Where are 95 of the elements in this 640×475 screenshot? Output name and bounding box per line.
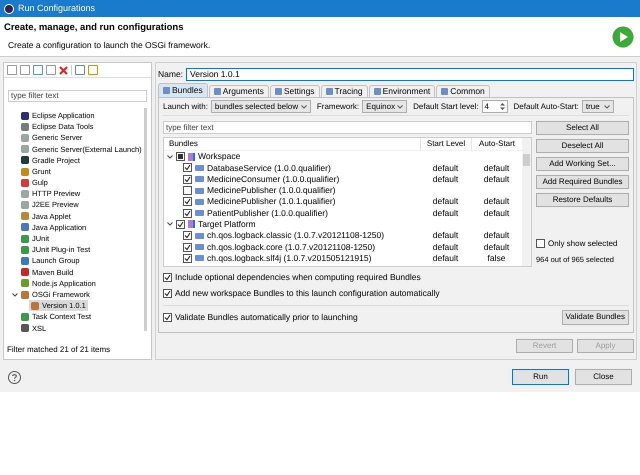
checkbox[interactable] xyxy=(183,254,192,263)
launch-with-label: Launch with: xyxy=(163,100,208,112)
start-level-cell: default xyxy=(432,230,458,240)
auto-start-label: Default Auto-Start: xyxy=(514,100,579,112)
auto-start-cell: default xyxy=(484,162,510,173)
bundle-name: ch.qos.logback.core (1.0.7.v20121108-1250) xyxy=(207,240,376,254)
bundle-name: ch.qos.logback.classic (1.0.7.v20121108-1250) xyxy=(207,229,384,242)
auto-start-cell: default xyxy=(484,196,510,206)
tab[interactable]: Environment xyxy=(368,85,436,97)
start-level-cell: default xyxy=(432,208,458,218)
play-icon xyxy=(612,26,634,48)
filter-field[interactable]: type filter text xyxy=(8,90,147,102)
checkbox[interactable] xyxy=(183,163,192,172)
start-level-cell: default xyxy=(432,162,458,173)
bundle-name: DatabaseService (1.0.0.qualifier) xyxy=(207,162,331,174)
bundle-name: MedicinePublisher (1.0.1.qualifier) xyxy=(207,195,336,208)
tab-icon xyxy=(326,88,333,95)
tab-icon xyxy=(274,88,282,95)
checkbox[interactable] xyxy=(183,197,192,206)
start-level-spinner[interactable]: 4 xyxy=(482,100,508,113)
tab[interactable]: Tracing xyxy=(320,85,368,97)
tab[interactable]: Arguments xyxy=(208,85,269,97)
checkbox[interactable] xyxy=(183,231,192,240)
checkbox-label: Add new workspace Bundles to this launch configuration automatically xyxy=(175,286,440,300)
checkbox[interactable] xyxy=(163,272,172,282)
checkbox[interactable] xyxy=(176,152,185,162)
dialog-title: Create, manage, and run configurations xyxy=(4,21,184,35)
name-label: Name: xyxy=(158,68,184,80)
button[interactable]: Run xyxy=(512,369,569,385)
start-level-cell: default xyxy=(432,252,458,263)
help-icon[interactable] xyxy=(8,370,21,384)
auto-start-cell: default xyxy=(484,230,510,240)
checkbox-label: Only show selected xyxy=(548,238,618,250)
tab[interactable]: Bundles xyxy=(158,83,208,97)
column-header[interactable]: Start Level xyxy=(420,138,471,150)
start-level-cell: default xyxy=(432,196,458,206)
filter-field[interactable]: type filter text xyxy=(163,121,532,134)
bundle-name: MedicinePublisher (1.0.0.qualifier) xyxy=(207,184,336,197)
button[interactable]: Close xyxy=(575,369,632,385)
start-level-cell: default xyxy=(432,174,458,184)
checkbox[interactable] xyxy=(183,208,192,218)
checkbox[interactable] xyxy=(163,312,172,322)
chevron-down-icon[interactable] xyxy=(167,154,173,160)
checkbox[interactable] xyxy=(163,288,172,298)
window-title: Run Configurations xyxy=(18,2,96,15)
tab[interactable]: Common xyxy=(436,85,490,97)
auto-start-cell: default xyxy=(484,174,510,184)
bundle-name: ch.qos.logback.slf4j (1.0.7.v201505121915) xyxy=(207,252,372,265)
auto-start-cell: default xyxy=(484,242,510,252)
start-level-label: Default Start level: xyxy=(413,100,479,112)
tab-icon xyxy=(441,88,448,95)
dropdown[interactable]: bundles selected below xyxy=(210,100,311,113)
scrollbar[interactable] xyxy=(144,108,147,331)
filter-status: Filter matched 21 of 21 items xyxy=(6,344,112,356)
start-level-cell: default xyxy=(432,242,458,252)
scrollbar[interactable] xyxy=(522,138,531,266)
dropdown[interactable]: true xyxy=(582,100,614,113)
tab-icon xyxy=(374,88,381,95)
button[interactable]: Add Working Set... xyxy=(536,157,629,171)
chevron-down-icon[interactable] xyxy=(12,292,18,297)
button[interactable]: Deselect All xyxy=(536,139,629,153)
chevron-down-icon[interactable] xyxy=(167,221,173,228)
checkbox[interactable] xyxy=(183,186,192,196)
framework-label: Framework: xyxy=(316,100,360,112)
tab-icon xyxy=(163,87,170,94)
dropdown[interactable]: Equinox xyxy=(362,100,408,113)
checkbox[interactable] xyxy=(536,239,545,248)
auto-start-cell: default xyxy=(484,208,510,218)
dialog-subtitle: Create a configuration to launch the OSGi framework. xyxy=(7,39,210,52)
bundle-name: MedicineConsumer (1.0.0.qualifier) xyxy=(207,173,340,186)
chevron-down-icon xyxy=(604,104,610,108)
app-icon xyxy=(4,4,14,14)
bundle-group-icon xyxy=(188,152,195,161)
group-name: Target Platform xyxy=(198,218,256,231)
group-name: Workspace xyxy=(198,150,240,164)
column-header[interactable]: Bundles xyxy=(164,138,420,150)
bundle-group-icon xyxy=(188,220,195,228)
chevron-down-icon xyxy=(397,104,404,108)
checkbox-label: Include optional dependencies when computing required Bundles xyxy=(175,271,421,284)
checkbox[interactable] xyxy=(176,220,185,229)
button[interactable]: Validate Bundles xyxy=(562,310,629,324)
bundle-name: PatientPublisher (1.0.0.qualifier) xyxy=(207,206,328,220)
button[interactable]: Add Required Bundles xyxy=(536,175,629,189)
spinner-arrows-icon xyxy=(500,102,505,111)
checkbox[interactable] xyxy=(183,174,192,184)
tab-icon xyxy=(214,88,221,95)
button[interactable]: Restore Defaults xyxy=(536,193,629,207)
tab[interactable]: Settings xyxy=(270,85,320,97)
delete-icon[interactable] xyxy=(59,66,68,74)
checkbox-label: Validate Bundles automatically prior to launching xyxy=(175,310,358,324)
checkbox[interactable] xyxy=(183,242,192,252)
name-field[interactable]: Version 1.0.1 xyxy=(186,68,634,80)
auto-start-cell: false xyxy=(488,252,506,263)
chevron-down-icon xyxy=(300,104,307,108)
button[interactable]: Select All xyxy=(536,121,629,135)
